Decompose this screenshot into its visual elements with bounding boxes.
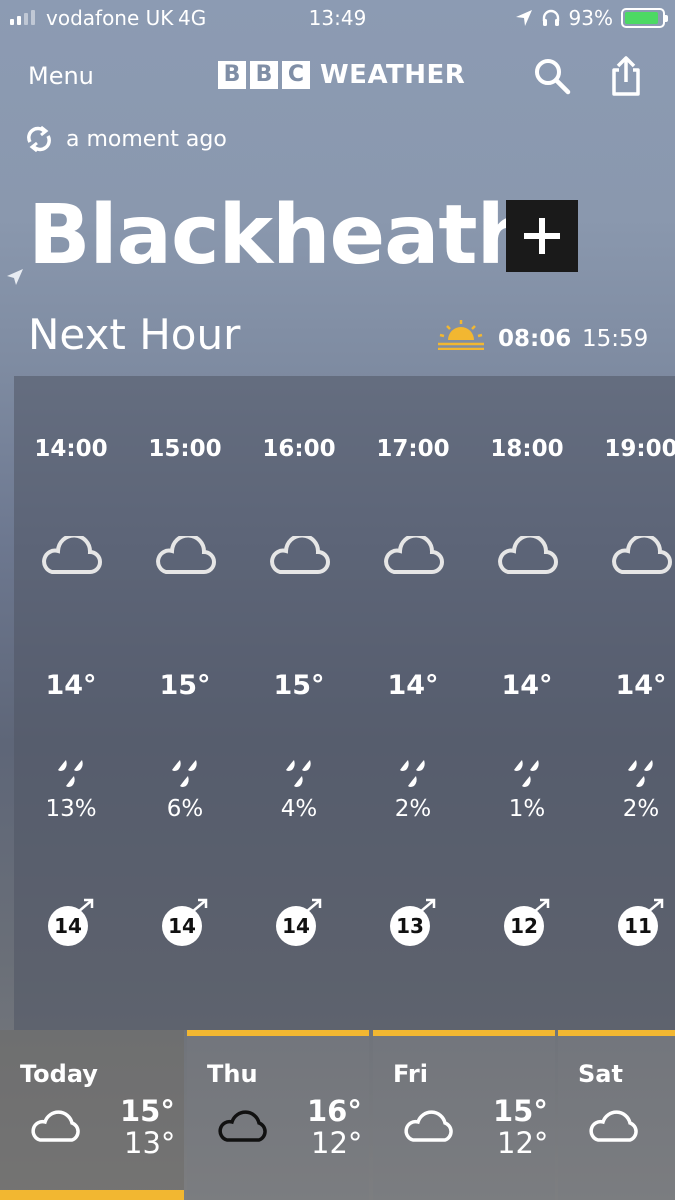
wind-direction-icon: [646, 898, 664, 918]
day-high: 15°: [120, 1094, 175, 1128]
wind-direction-icon: [190, 898, 208, 918]
last-updated-label: a moment ago: [66, 126, 227, 152]
sunrise-time: 08:06: [498, 326, 572, 352]
search-icon: [535, 59, 571, 95]
day-tab-fri[interactable]: Fri 15° 12°: [373, 1030, 555, 1200]
logo-letter: C: [282, 61, 310, 89]
hour-temperature: 15°: [273, 670, 325, 701]
wind-speed: 11: [618, 898, 664, 946]
wind-direction-icon: [76, 898, 94, 918]
day-tab-today[interactable]: Today 15° 13°: [0, 1030, 184, 1200]
hour-time: 16:00: [262, 436, 336, 462]
day-tab-thu[interactable]: Thu 16° 12°: [187, 1030, 369, 1200]
hour-time: 14:00: [34, 436, 108, 462]
location-arrow-icon: [515, 10, 532, 26]
cloud-icon: [218, 1110, 267, 1142]
logo-word: WEATHER: [320, 60, 466, 90]
share-icon: [612, 56, 640, 96]
rain-chance: 2%: [622, 796, 660, 822]
wind-speed: 13: [390, 898, 436, 946]
refresh-icon: [27, 125, 51, 153]
next-hour-label: Next Hour: [28, 310, 241, 359]
hourly-forecast[interactable]: 14:00 14° 13% 14 15:00 15° 6% 14 16:00 15° 4% 14 17:…: [14, 376, 675, 1030]
wind-speed: 14: [276, 898, 322, 946]
cloud-icon: [380, 533, 446, 580]
hour-temperature: 15°: [159, 670, 211, 701]
day-low: 12°: [497, 1126, 549, 1160]
location-name: Blackheath: [28, 188, 535, 283]
rain-chance: 4%: [280, 796, 318, 822]
add-location-button[interactable]: [506, 200, 578, 272]
location-arrow-icon: [7, 269, 23, 285]
bbc-weather-logo: B B C WEATHER: [218, 60, 465, 90]
wind-direction-icon: [418, 898, 436, 918]
day-high: 15°: [493, 1094, 548, 1128]
hour-temperature: 14°: [45, 670, 97, 701]
hourly-column[interactable]: 14:00 14° 13% 14: [14, 376, 128, 1030]
hourly-column[interactable]: 18:00 14° 1% 12: [470, 376, 584, 1030]
wind-speed: 14: [162, 898, 208, 946]
cloud-icon: [494, 533, 560, 580]
sunset-time: 15:59: [582, 326, 649, 352]
day-name: Fri: [393, 1060, 428, 1088]
day-high: 16°: [307, 1094, 362, 1128]
rain-drops-icon: [396, 758, 430, 792]
wind-speed: 12: [504, 898, 550, 946]
rain-drops-icon: [54, 758, 88, 792]
cloud-icon: [608, 533, 674, 580]
plus-icon: [524, 218, 560, 254]
hourly-column[interactable]: 16:00 15° 4% 14: [242, 376, 356, 1030]
cloud-icon: [266, 533, 332, 580]
hour-temperature: 14°: [501, 670, 553, 701]
day-name: Sat: [578, 1060, 623, 1088]
hour-time: 15:00: [148, 436, 222, 462]
day-low: 13°: [124, 1126, 176, 1160]
cloud-icon: [404, 1110, 453, 1142]
wind-direction-icon: [532, 898, 550, 918]
rain-chance: 13%: [45, 796, 97, 822]
refresh-button[interactable]: a moment ago: [24, 124, 227, 154]
cloud-icon: [38, 533, 104, 580]
cloud-icon: [31, 1110, 80, 1142]
day-tab-sat[interactable]: Sat: [558, 1030, 675, 1200]
rain-drops-icon: [624, 758, 658, 792]
menu-button[interactable]: Menu: [28, 62, 94, 90]
hourly-column[interactable]: 17:00 14° 2% 13: [356, 376, 470, 1030]
cloud-icon: [589, 1110, 638, 1142]
headphones-icon: [542, 9, 559, 26]
share-button[interactable]: [606, 54, 646, 98]
app-header: Menu B B C WEATHER: [0, 52, 675, 100]
hour-time: 18:00: [490, 436, 564, 462]
rain-drops-icon: [510, 758, 544, 792]
daily-forecast: Today 15° 13° Thu 16° 12° Fri 15° 12° Sa…: [0, 1030, 675, 1200]
rain-drops-icon: [282, 758, 316, 792]
sunrise-icon: [438, 320, 484, 350]
hour-time: 19:00: [604, 436, 675, 462]
hourly-column[interactable]: 15:00 15° 6% 14: [128, 376, 242, 1030]
battery-percent: 93%: [568, 6, 613, 30]
rain-chance: 6%: [166, 796, 204, 822]
cloud-icon: [152, 533, 218, 580]
hour-time: 17:00: [376, 436, 450, 462]
logo-letter: B: [218, 61, 246, 89]
battery-charging-icon: [621, 8, 668, 28]
wind-speed: 14: [48, 898, 94, 946]
logo-letter: B: [250, 61, 278, 89]
rain-chance: 1%: [508, 796, 546, 822]
day-name: Today: [20, 1060, 98, 1088]
hourly-column[interactable]: 19:00 14° 2% 11: [584, 376, 675, 1030]
hour-temperature: 14°: [615, 670, 667, 701]
hour-temperature: 14°: [387, 670, 439, 701]
rain-drops-icon: [168, 758, 202, 792]
rain-chance: 2%: [394, 796, 432, 822]
search-button[interactable]: [532, 56, 572, 96]
status-bar: vodafone UK 4G 13:49 93%: [0, 0, 675, 36]
day-name: Thu: [207, 1060, 258, 1088]
day-low: 12°: [311, 1126, 363, 1160]
wind-direction-icon: [304, 898, 322, 918]
